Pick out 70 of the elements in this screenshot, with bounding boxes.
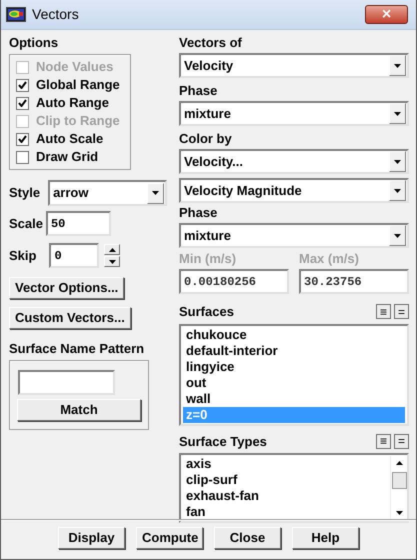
dropdown[interactable]: Velocity Magnitude bbox=[179, 178, 409, 203]
check-icon bbox=[18, 81, 27, 89]
dropdown[interactable]: arrow bbox=[48, 180, 168, 206]
field-label: Min (m/s) bbox=[179, 251, 238, 267]
button[interactable]: Custom Vectors... bbox=[9, 307, 131, 329]
list-item[interactable]: default-interior bbox=[183, 342, 405, 358]
field-label: Surface Name Pattern bbox=[9, 341, 146, 357]
field-label: Phase bbox=[179, 83, 218, 99]
list-item[interactable]: clip-surf bbox=[183, 472, 390, 488]
window-title: Vectors bbox=[32, 5, 79, 24]
list-item[interactable]: exhaust-fan bbox=[183, 488, 390, 504]
list-label: Surfaces bbox=[179, 303, 235, 321]
check-icon bbox=[18, 135, 27, 143]
down-arrow-icon bbox=[108, 260, 116, 264]
list-item[interactable]: out bbox=[183, 374, 405, 390]
field-label: Phase bbox=[179, 205, 218, 221]
checkbox[interactable] bbox=[16, 96, 29, 110]
check-icon bbox=[18, 99, 27, 107]
list-item[interactable]: fan bbox=[183, 504, 390, 520]
app-icon bbox=[6, 7, 26, 22]
field-label: Max (m/s) bbox=[299, 251, 360, 267]
down-arrow-icon bbox=[394, 112, 401, 116]
list-item[interactable]: lingyice bbox=[183, 358, 405, 374]
down-arrow-icon bbox=[394, 234, 401, 238]
up-arrow-icon bbox=[108, 248, 116, 252]
input-field[interactable]: 50 bbox=[46, 211, 111, 236]
list-item[interactable]: chukouce bbox=[183, 326, 405, 342]
down-arrow-icon bbox=[394, 188, 401, 192]
button[interactable]: Close bbox=[214, 526, 281, 548]
checkbox-label: Global Range bbox=[36, 76, 120, 94]
checkbox-label: Clip to Range bbox=[36, 112, 120, 130]
select-all-button[interactable]: ≡ bbox=[376, 304, 391, 320]
down-arrow-icon bbox=[394, 64, 401, 68]
checkbox-label: Node Values bbox=[36, 58, 114, 76]
dropdown[interactable]: mixture bbox=[179, 223, 409, 248]
checkbox-label: Draw Grid bbox=[36, 148, 98, 166]
match-button[interactable]: Match bbox=[17, 399, 141, 421]
list-item[interactable]: wall bbox=[183, 390, 405, 406]
checkbox-label: Auto Range bbox=[36, 94, 109, 112]
checkbox[interactable] bbox=[16, 132, 29, 146]
dropdown[interactable]: Velocity... bbox=[179, 149, 409, 174]
field-label: Vectors of bbox=[179, 35, 243, 51]
dropdown[interactable]: mixture bbox=[179, 101, 409, 126]
dropdown[interactable]: Velocity bbox=[179, 53, 409, 78]
field-label: Scale bbox=[9, 214, 43, 233]
field-label: Style bbox=[9, 184, 40, 202]
button[interactable]: Vector Options... bbox=[9, 277, 124, 299]
button[interactable]: Display bbox=[58, 526, 125, 548]
spin-up-button[interactable] bbox=[104, 244, 120, 255]
input-field[interactable]: 0 bbox=[49, 243, 100, 268]
deselect-all-button[interactable]: = bbox=[394, 434, 409, 449]
down-arrow-icon bbox=[394, 160, 401, 164]
input-field[interactable] bbox=[18, 370, 115, 395]
down-arrow-icon bbox=[152, 191, 160, 195]
select-all-button[interactable]: ≡ bbox=[376, 434, 391, 449]
field-label: Color by bbox=[179, 131, 233, 147]
checkbox-label: Auto Scale bbox=[36, 130, 104, 148]
spin-down-button[interactable] bbox=[104, 256, 120, 267]
up-arrow-icon bbox=[396, 461, 402, 465]
deselect-all-button[interactable]: = bbox=[394, 304, 409, 320]
button[interactable]: Compute bbox=[136, 526, 203, 548]
list-label: Surface Types bbox=[179, 432, 268, 451]
button[interactable]: Help bbox=[292, 526, 359, 548]
down-arrow-icon bbox=[396, 511, 402, 515]
field-label: Options bbox=[9, 35, 60, 51]
checkbox[interactable] bbox=[16, 150, 29, 164]
scrollbar[interactable] bbox=[390, 456, 407, 520]
field-label: Skip bbox=[9, 246, 36, 265]
list-item[interactable]: axis bbox=[183, 456, 390, 472]
checkbox[interactable] bbox=[16, 78, 29, 92]
